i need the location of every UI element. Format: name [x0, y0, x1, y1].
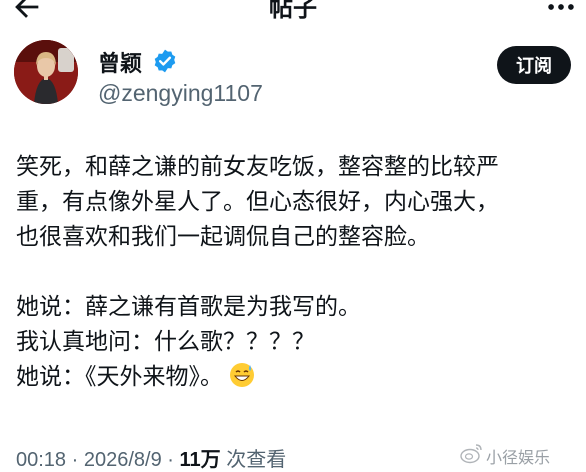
user-handle[interactable]: @zengying1107 — [98, 80, 263, 107]
post-time: 00:18 — [16, 449, 67, 471]
post-line-last: 她说：《天外来物》。 — [16, 360, 576, 395]
meta-separator: · — [161, 449, 180, 471]
views-label: 次查看 — [220, 449, 287, 471]
post-date: 2026/8/9 — [83, 449, 162, 471]
post-meta: 00:18 · 2026/8/9 · 11万 次查看 — [16, 443, 286, 472]
top-bar: 帖子 — [0, 0, 586, 26]
post-line: 我认真地问：什么歌？？？？ — [16, 329, 315, 355]
weibo-logo-icon — [460, 444, 482, 464]
avatar[interactable] — [14, 40, 78, 104]
grinning-sweat-emoji-icon — [230, 363, 254, 387]
post-text: 笑死，和薛之谦的前女友吃饭，整容整的比较严 重，有点像外星人了。但心态很好，内心… — [16, 150, 576, 395]
post-line: 也很喜欢和我们一起调侃自己的整容脸。 — [16, 224, 430, 250]
post-line: 她说：薛之谦有首歌是为我写的。 — [16, 294, 361, 320]
more-icon[interactable] — [544, 0, 578, 24]
post-line-blank — [16, 255, 576, 290]
post-line-text: 她说：《天外来物》。 — [16, 364, 223, 390]
page-title: 帖子 — [269, 0, 317, 22]
subscribe-button[interactable]: 订阅 — [497, 46, 571, 84]
views-count: 11万 — [179, 449, 221, 471]
post-line: 笑死，和薛之谦的前女友吃饭，整容整的比较严 — [16, 154, 499, 180]
post-line: 重，有点像外星人了。但心态很好，内心强大， — [16, 189, 499, 215]
verified-badge-icon — [154, 49, 176, 73]
watermark-text: 小径娱乐 — [486, 448, 551, 467]
avatar-image — [14, 40, 78, 104]
display-name[interactable]: 曾颖 — [98, 46, 142, 78]
meta-separator: · — [66, 449, 84, 471]
